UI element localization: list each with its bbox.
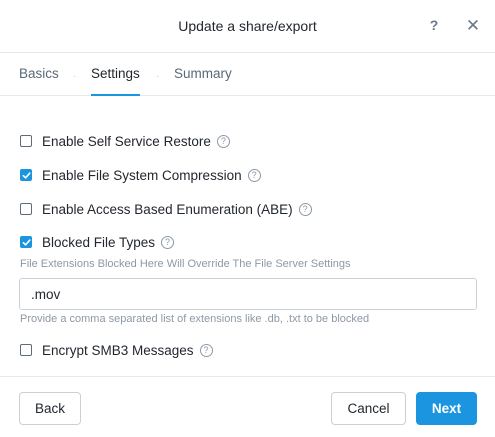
question-circle-icon[interactable]: ? [199,343,213,357]
option-self-service-restore: Enable Self Service Restore ? [20,132,230,150]
help-icon[interactable]: ? [426,17,442,35]
blocked-file-types-checkbox[interactable] [20,236,32,248]
option-abe: Enable Access Based Enumeration (ABE) ? [20,200,312,218]
compression-checkbox[interactable] [20,169,32,181]
tab-separator: · [156,71,160,82]
abe-checkbox[interactable] [20,203,32,215]
tab-basics[interactable]: Basics [19,66,59,96]
blocked-extensions-note: File Extensions Blocked Here Will Overri… [20,258,351,270]
back-button[interactable]: Back [19,392,81,425]
checkmark-icon [22,171,31,179]
option-blocked-file-types: Blocked File Types ? [20,233,175,251]
dialog-title: Update a share/export [178,18,317,34]
next-button[interactable]: Next [416,392,477,425]
compression-label[interactable]: Enable File System Compression [42,168,242,183]
wizard-tabs: Basics · Settings · Summary [0,53,495,96]
question-circle-icon[interactable]: ? [216,134,230,148]
option-encrypt-smb3: Encrypt SMB3 Messages ? [20,341,213,359]
checkmark-icon [22,238,31,246]
abe-label[interactable]: Enable Access Based Enumeration (ABE) [42,202,293,217]
question-circle-icon[interactable]: ? [298,202,312,216]
self-service-restore-checkbox[interactable] [20,135,32,147]
encrypt-smb3-checkbox[interactable] [20,344,32,356]
tab-summary[interactable]: Summary [174,66,232,96]
self-service-restore-label[interactable]: Enable Self Service Restore [42,134,211,149]
option-compression: Enable File System Compression ? [20,166,261,184]
blocked-extensions-input[interactable] [19,278,477,310]
tab-settings[interactable]: Settings [91,66,140,96]
tab-separator: · [73,71,77,82]
blocked-file-types-label[interactable]: Blocked File Types [42,235,155,250]
encrypt-smb3-label[interactable]: Encrypt SMB3 Messages [42,343,194,358]
dialog-footer: Back Cancel Next [0,376,495,437]
blocked-extensions-hint: Provide a comma separated list of extens… [20,313,370,325]
close-icon[interactable]: ✕ [464,16,482,36]
cancel-button[interactable]: Cancel [331,392,406,425]
dialog-header: Update a share/export ? ✕ [0,0,495,53]
question-circle-icon[interactable]: ? [161,235,175,249]
question-circle-icon[interactable]: ? [247,168,261,182]
